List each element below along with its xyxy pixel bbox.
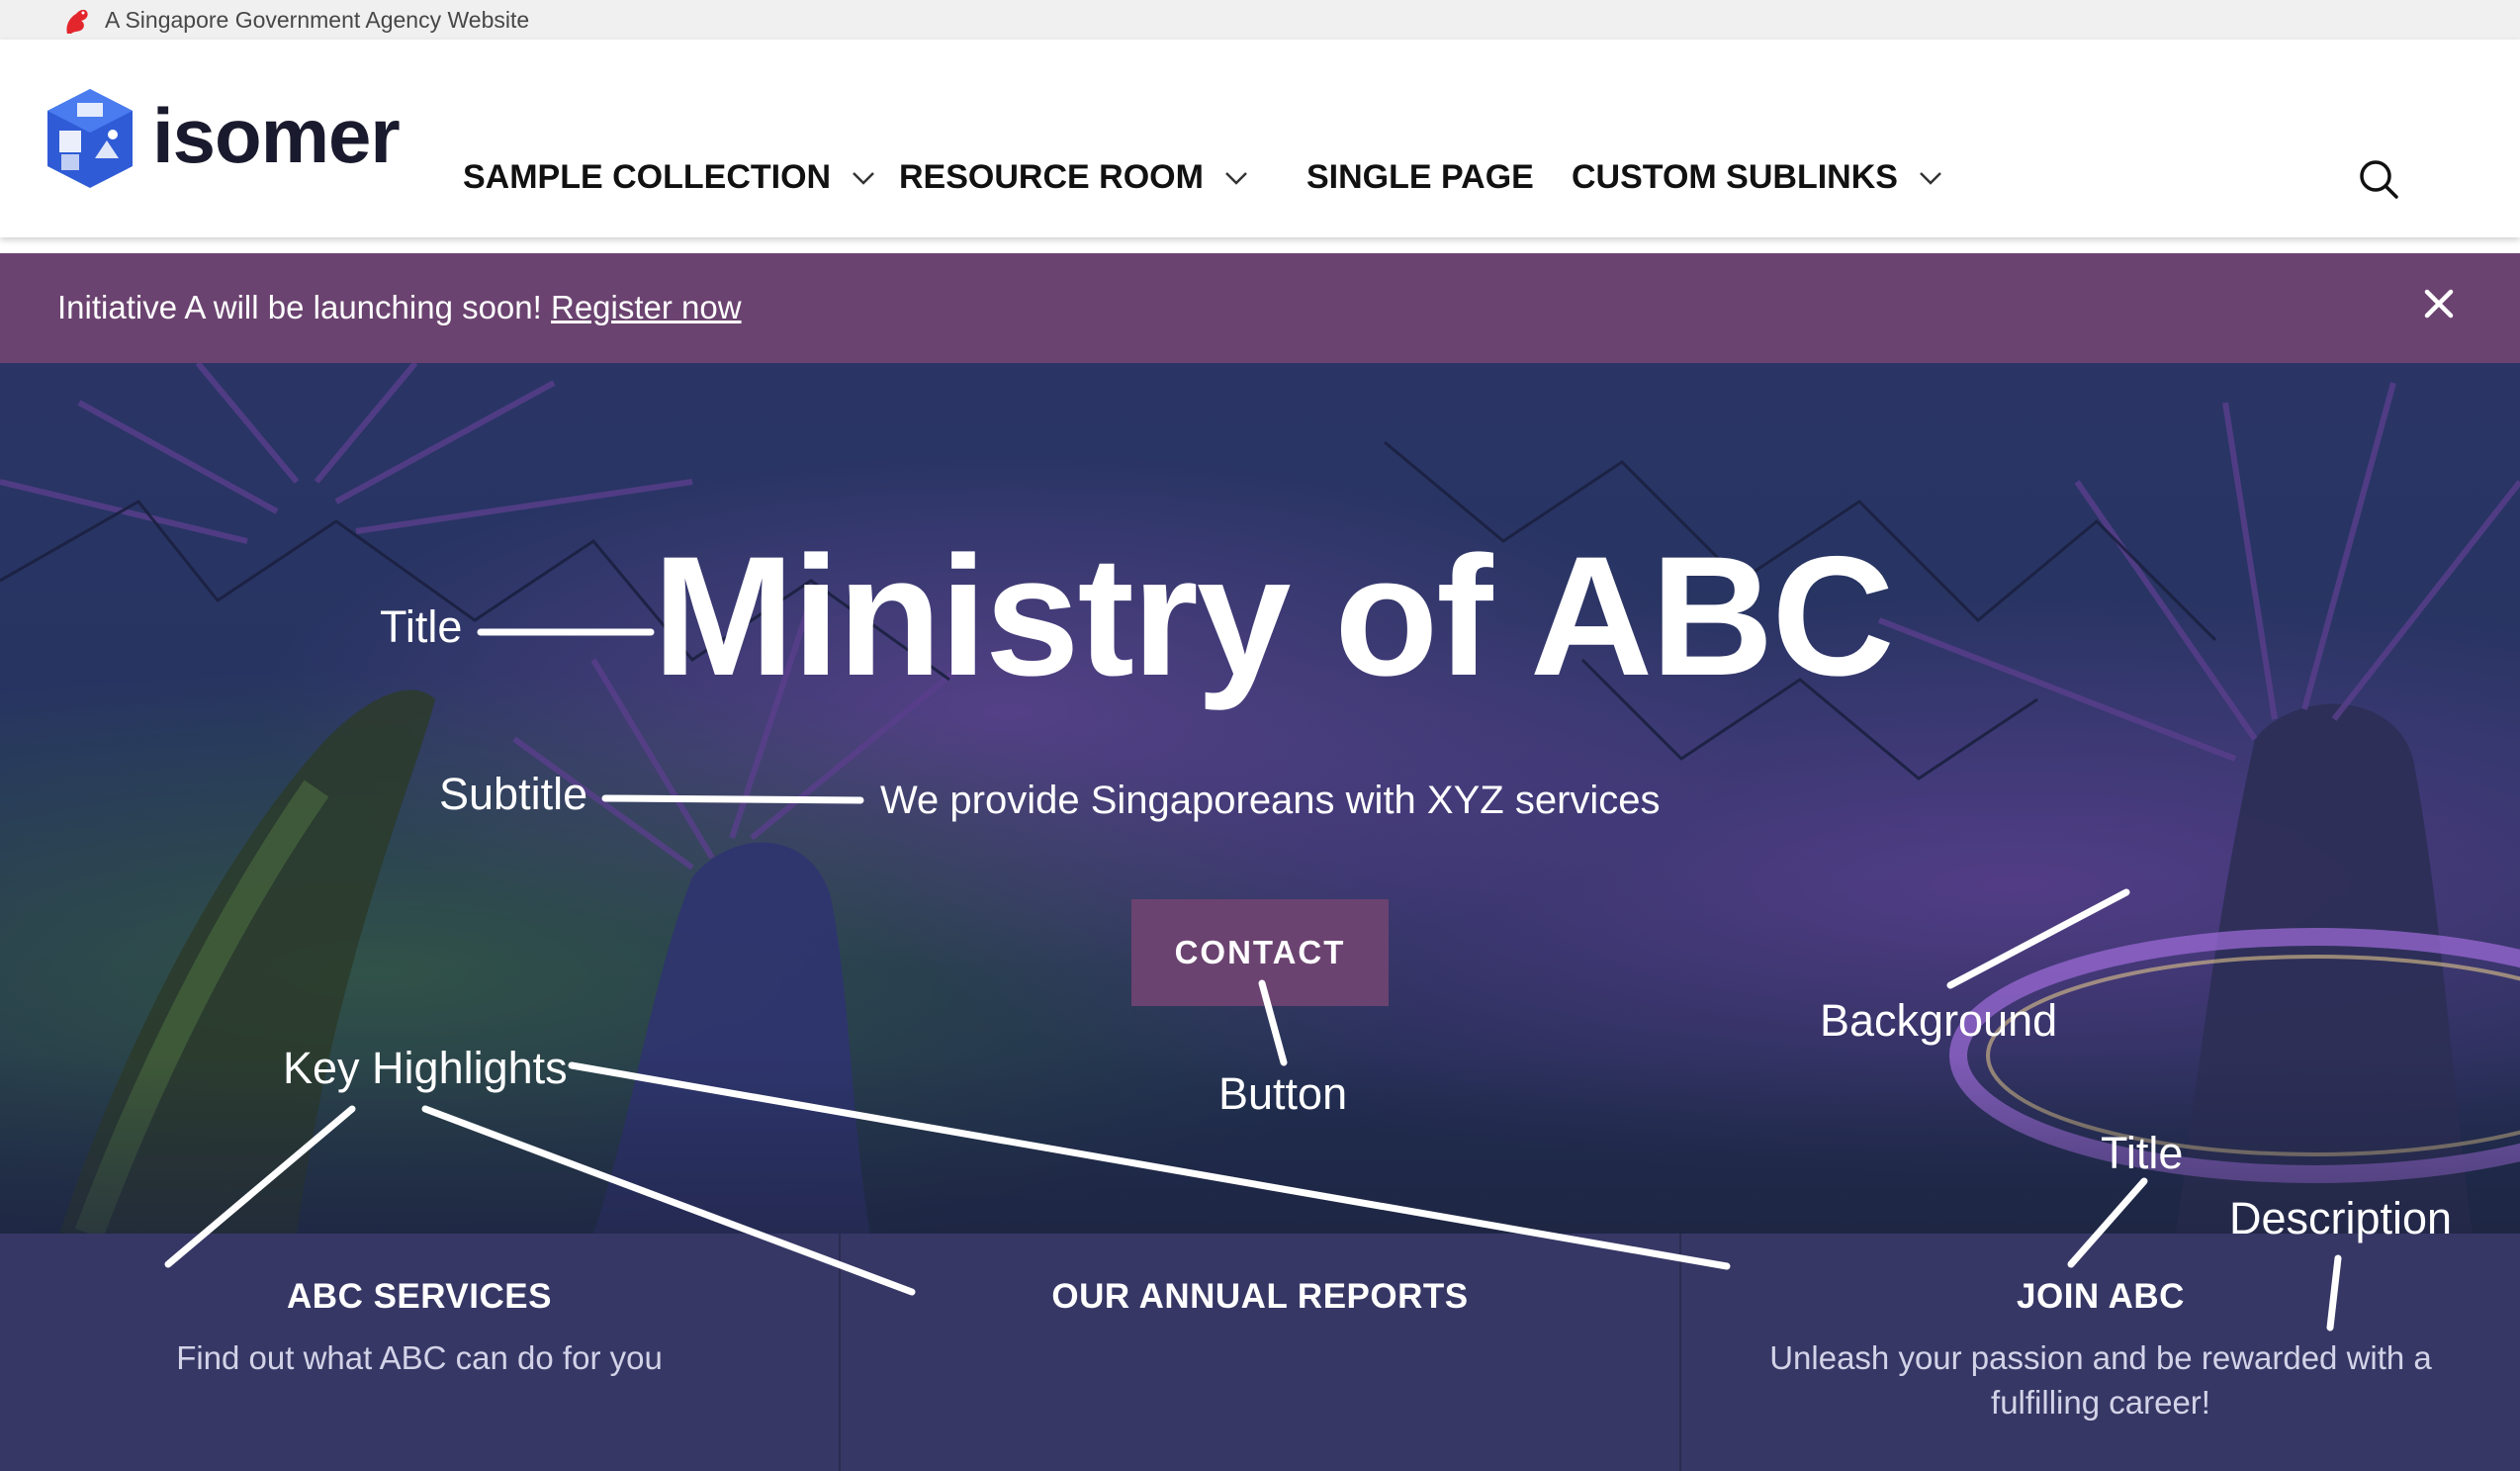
isomer-logo-icon[interactable] — [47, 89, 133, 188]
nav-label: RESOURCE ROOM — [899, 158, 1204, 196]
highlight-description: Find out what ABC can do for you — [176, 1339, 663, 1376]
government-masthead: A Singapore Government Agency Website — [0, 0, 2520, 40]
highlight-description: Unleash your passion and be rewarded wit… — [1769, 1339, 2432, 1421]
notification-bar: Initiative A will be launching soon! Reg… — [0, 253, 2520, 363]
nav-custom-sublinks[interactable]: CUSTOM SUBLINKS — [1572, 158, 1943, 197]
nav-label: CUSTOM SUBLINKS — [1572, 158, 1898, 196]
chevron-down-icon — [853, 171, 874, 185]
contact-button[interactable]: CONTACT — [1131, 899, 1389, 1006]
highlight-title: ABC SERVICES — [287, 1277, 552, 1316]
annotation-highlight-title: Title — [2101, 1128, 2184, 1178]
nav-label: SINGLE PAGE — [1306, 158, 1534, 196]
chevron-down-icon — [1225, 171, 1247, 185]
annotation-button: Button — [1218, 1068, 1348, 1119]
navbar: isomer SAMPLE COLLECTION RESOURCE ROOM S… — [0, 40, 2520, 237]
annotation-subtitle: Subtitle — [439, 769, 588, 819]
nav-resource-room[interactable]: RESOURCE ROOM — [899, 158, 1249, 197]
highlight-annual-reports[interactable]: OUR ANNUAL REPORTS — [841, 1234, 1681, 1471]
annotation-background: Background — [1820, 995, 2058, 1046]
highlight-abc-services[interactable]: ABC SERVICES Find out what ABC can do fo… — [0, 1234, 841, 1471]
highlight-join-abc[interactable]: JOIN ABC Unleash your passion and be rew… — [1681, 1234, 2520, 1471]
notification-text: Initiative A will be launching soon! Reg… — [57, 289, 742, 326]
chevron-down-icon — [1920, 171, 1941, 185]
annotation-title: Title — [380, 601, 463, 652]
highlight-title: JOIN ABC — [2017, 1277, 2185, 1316]
singapore-lion-icon — [66, 9, 88, 34]
nav-single-page[interactable]: SINGLE PAGE — [1306, 158, 1534, 197]
key-highlights: ABC SERVICES Find out what ABC can do fo… — [0, 1234, 2520, 1471]
close-icon[interactable] — [2421, 286, 2457, 322]
masthead-text: A Singapore Government Agency Website — [105, 7, 530, 33]
search-icon[interactable] — [2358, 158, 2399, 200]
hero-subtitle: We provide Singaporeans with XYZ service… — [880, 779, 1661, 822]
notification-message: Initiative A will be launching soon! — [57, 289, 551, 325]
annotation-highlight-description: Description — [2229, 1193, 2453, 1243]
nav-sample-collection[interactable]: SAMPLE COLLECTION — [463, 158, 876, 197]
annotation-key-highlights: Key Highlights — [283, 1043, 568, 1093]
nav-label: SAMPLE COLLECTION — [463, 158, 832, 196]
highlight-title: OUR ANNUAL REPORTS — [1051, 1277, 1469, 1316]
logo-text[interactable]: isomer — [152, 97, 401, 174]
register-now-link[interactable]: Register now — [551, 289, 742, 325]
hero-title: Ministry of ABC — [653, 521, 1895, 711]
